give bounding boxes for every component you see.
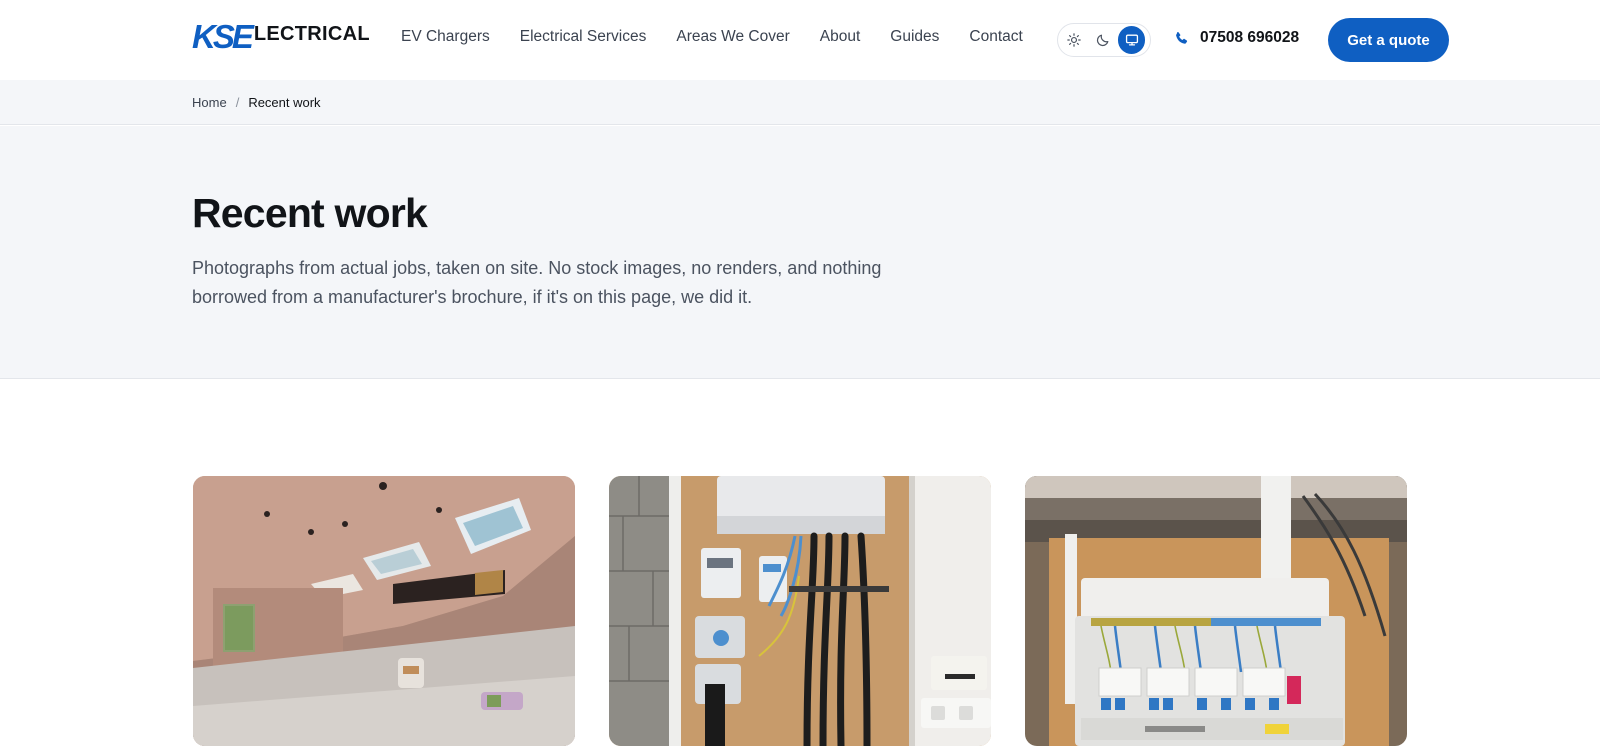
nav-item-guides[interactable]: Guides [890, 28, 939, 46]
nav-item-areas-we-cover[interactable]: Areas We Cover [676, 28, 789, 46]
breadcrumb-current: Recent work [248, 95, 321, 110]
nav-item-electrical-services[interactable]: Electrical Services [520, 28, 647, 46]
breadcrumb: Home / Recent work [0, 80, 1600, 125]
hero-section: Recent work Photographs from actual jobs… [0, 126, 1600, 379]
page-description: Photographs from actual jobs, taken on s… [192, 258, 882, 307]
phone-link[interactable]: 07508 696028 [1174, 29, 1299, 47]
logo-word: LECTRICAL [253, 22, 370, 45]
get-a-quote-button[interactable]: Get a quote [1328, 18, 1449, 62]
breadcrumb-separator: / [235, 95, 240, 110]
photo-extension-image [193, 476, 575, 746]
theme-toggle [1057, 23, 1151, 57]
work-photo-extension[interactable] [193, 476, 575, 746]
nav-item-contact[interactable]: Contact [969, 28, 1022, 46]
phone-icon [1176, 31, 1188, 44]
sun-icon [1067, 33, 1082, 47]
monitor-icon [1125, 34, 1138, 46]
photo-consumer-unit-image [1025, 476, 1407, 746]
work-photo-consumer-unit[interactable] [1025, 476, 1407, 746]
breadcrumb-home-link[interactable]: Home [192, 95, 227, 110]
theme-light-button[interactable] [1061, 26, 1088, 54]
main-nav: EV Chargers Electrical Services Areas We… [401, 28, 1053, 46]
site-header: KSE LECTRICAL EV Chargers Electrical Ser… [0, 0, 1600, 80]
phone-number: 07508 696028 [1200, 29, 1300, 46]
theme-dark-button[interactable] [1090, 26, 1117, 54]
theme-system-button[interactable] [1118, 26, 1146, 54]
work-gallery [193, 476, 1407, 746]
moon-icon [1096, 34, 1109, 47]
nav-item-ev-chargers[interactable]: EV Chargers [401, 28, 490, 46]
nav-item-about[interactable]: About [820, 28, 861, 46]
work-photo-meter-board[interactable] [609, 476, 991, 746]
page-title: Recent work [192, 190, 428, 236]
logo-mark: KSE [192, 17, 254, 55]
breadcrumb-trail: Home / Recent work [192, 95, 321, 110]
brand-logo[interactable]: KSE LECTRICAL [192, 17, 370, 55]
photo-meter-board-image [609, 476, 991, 746]
